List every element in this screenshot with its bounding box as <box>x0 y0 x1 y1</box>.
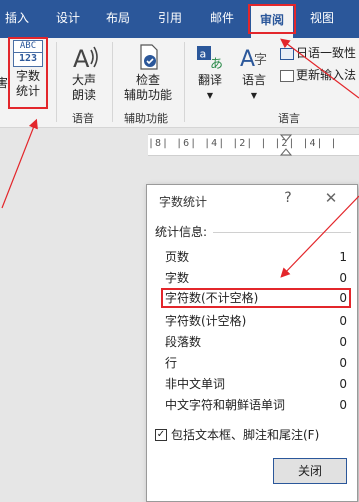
statistics-section-label: 统计信息: <box>155 225 208 239</box>
svg-text:あ: あ <box>210 57 223 72</box>
stat-row-characters-no-spaces: 字符数(不计空格) 0 <box>161 288 351 308</box>
check-accessibility-label-1: 检查 <box>135 73 160 87</box>
stat-value: 0 <box>339 271 347 285</box>
translate-button[interactable]: a あ 翻译 ▼ <box>190 42 230 103</box>
include-textboxes-label: 包括文本框、脚注和尾注(F) <box>171 428 320 442</box>
tab-references[interactable]: 引用 <box>148 0 192 38</box>
ribbon-separator <box>112 42 113 122</box>
read-aloud-button[interactable]: A 大声 朗读 <box>62 42 106 103</box>
tab-mailings[interactable]: 邮件 <box>200 0 244 38</box>
indent-marker-icon[interactable] <box>280 134 292 156</box>
close-icon[interactable]: ✕ <box>324 189 338 207</box>
stat-row-paragraphs: 段落数 0 <box>161 332 351 352</box>
svg-text:a: a <box>200 48 207 61</box>
stat-value: 0 <box>339 335 347 349</box>
stat-row-non-chinese-words: 非中文单词 0 <box>161 374 351 394</box>
keyboard-icon <box>280 69 294 82</box>
stat-row-characters-with-spaces: 字符数(计空格) 0 <box>161 311 351 331</box>
language-label: 语言 <box>241 73 266 87</box>
stat-label: 页数 <box>165 250 190 264</box>
stat-row-pages: 页数 1 <box>161 247 351 267</box>
tab-review[interactable]: 审阅 <box>251 6 293 38</box>
update-ime-button[interactable]: 更新输入法 <box>280 66 356 83</box>
close-button[interactable]: 关闭 <box>273 458 347 484</box>
japanese-consistency-button[interactable]: 日语一致性 <box>280 44 356 61</box>
stat-label: 非中文单词 <box>165 377 226 391</box>
word-count-dialog: 字数统计 ? ✕ 统计信息: 页数 1 字数 0 字符数(不计空格) 0 字符数… <box>146 184 358 502</box>
checkbox-check-icon[interactable]: ✓ <box>155 428 167 441</box>
japanese-consistency-label: 日语一致性 <box>296 46 357 60</box>
read-aloud-icon: A <box>73 45 98 72</box>
dialog-title: 字数统计 <box>159 195 208 209</box>
translate-chevron-down-icon: ▼ <box>206 91 214 100</box>
help-icon[interactable]: ? <box>281 190 295 206</box>
check-accessibility-label-2: 辅助功能 <box>123 88 172 102</box>
check-accessibility-button[interactable]: 检查 辅助功能 <box>118 42 178 103</box>
language-chevron-down-icon: ▼ <box>250 91 258 100</box>
group-label-language: 语言 <box>278 112 300 125</box>
stat-value: 1 <box>339 250 347 264</box>
ruler-ticks: |8| |6| |4| |2| | |2| |4| | <box>148 138 338 149</box>
ribbon-separator <box>56 42 57 122</box>
language-icon: A 字 <box>240 47 267 72</box>
ribbon-tab-bar: 插入 设计 布局 引用 邮件 审阅 视图 <box>0 0 359 38</box>
stat-value: 0 <box>339 291 347 305</box>
stat-label: 字符数(不计空格) <box>165 291 259 305</box>
tab-layout[interactable]: 布局 <box>98 0 138 38</box>
japanese-consistency-icon <box>280 47 294 60</box>
accessibility-check-icon <box>140 44 158 70</box>
stat-label: 段落数 <box>165 335 202 349</box>
svg-text:字: 字 <box>254 53 267 68</box>
stat-label: 中文字符和朝鲜语单词 <box>165 398 286 412</box>
stat-row-lines: 行 0 <box>161 353 351 373</box>
tab-view[interactable]: 视图 <box>302 0 342 38</box>
stat-label: 字数 <box>165 271 190 285</box>
word-count-icon: ABC 123 <box>13 40 43 67</box>
language-button[interactable]: A 字 语言 ▼ <box>232 42 276 103</box>
group-label-speech: 语音 <box>72 112 94 125</box>
stat-value: 0 <box>339 356 347 370</box>
stat-value: 0 <box>339 398 347 412</box>
stat-label: 字符数(计空格) <box>165 314 247 328</box>
word-count-icon-text: ABC <box>19 41 37 51</box>
stat-value: 0 <box>339 377 347 391</box>
svg-text:A: A <box>240 47 255 72</box>
update-ime-label: 更新输入法 <box>296 68 357 82</box>
svg-text:A: A <box>73 45 90 72</box>
tab-insert[interactable]: 插入 <box>0 0 34 38</box>
cut-off-group-label: 害 <box>0 76 9 90</box>
translate-icon: a あ <box>197 46 223 72</box>
word-count-label-1: 字数 <box>15 69 40 83</box>
stat-label: 行 <box>165 356 178 370</box>
word-count-icon-number: 123 <box>14 52 42 64</box>
include-textboxes-checkbox[interactable]: ✓ 包括文本框、脚注和尾注(F) <box>155 426 319 443</box>
stat-value: 0 <box>339 314 347 328</box>
read-aloud-label-1: 大声 <box>71 73 96 87</box>
group-label-accessibility: 辅助功能 <box>124 112 168 125</box>
tab-design[interactable]: 设计 <box>46 0 90 38</box>
section-divider <box>213 232 351 233</box>
ribbon-separator <box>184 42 185 122</box>
horizontal-ruler[interactable]: |8| |6| |4| |2| | |2| |4| | <box>148 134 359 156</box>
word-count-button[interactable]: ABC 123 字数 统计 <box>8 40 48 99</box>
word-count-label-2: 统计 <box>15 84 40 98</box>
read-aloud-label-2: 朗读 <box>71 88 96 102</box>
ribbon: 害 ABC 123 字数 统计 A 大声 朗读 语音 检查 辅助功能 辅助功能 <box>0 37 359 128</box>
translate-label: 翻译 <box>197 73 222 87</box>
stat-row-words: 字数 0 <box>161 268 351 288</box>
stat-row-asian-characters: 中文字符和朝鲜语单词 0 <box>161 395 351 415</box>
